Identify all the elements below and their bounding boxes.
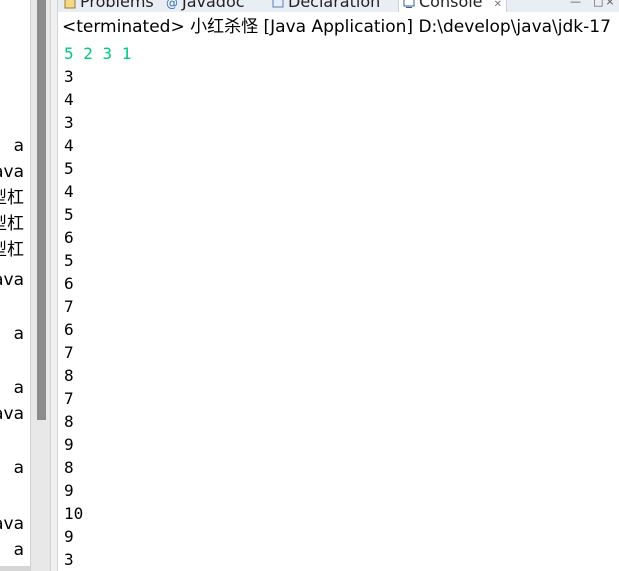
output-line: 6: [64, 274, 74, 293]
package-explorer-item[interactable]: a: [14, 540, 24, 560]
output-line: 5: [64, 205, 74, 224]
console-output[interactable]: 5 2 3 1 3 4 3 4 5 4 5 6 5 6 7 6 7 8 7 8 9 8 9 10 9 3: [58, 41, 619, 571]
console-header: <terminated> 小红杀怪 [Java Application] D:\…: [58, 12, 619, 41]
output-line: 3: [64, 113, 74, 132]
package-explorer-item[interactable]: a: [14, 324, 24, 344]
output-line: 8: [64, 366, 74, 385]
stdin-line: 5 2 3 1: [64, 44, 132, 63]
output-line: 7: [64, 343, 74, 362]
output-line: 9: [64, 481, 74, 500]
problems-icon: [64, 0, 76, 8]
close-tab-icon[interactable]: ✕: [494, 0, 502, 10]
package-explorer: aava型杠数型杠型杠avaaa.javaaavaa: [0, 0, 30, 571]
output-line: 5: [64, 159, 74, 178]
output-line: 4: [64, 136, 74, 155]
output-line: 7: [64, 389, 74, 408]
package-explorer-item[interactable]: ava: [0, 514, 24, 534]
scrollbar-thumb[interactable]: [37, 0, 46, 420]
tab-declaration-label: Declaration: [288, 0, 381, 11]
output-line: 9: [64, 527, 74, 546]
declaration-icon: [272, 0, 284, 7]
eclipse-window: aava型杠数型杠型杠avaaa.javaaavaa Problems @Jav…: [0, 0, 619, 571]
output-line: 6: [64, 320, 74, 339]
maximize-view-icon[interactable]: □: [593, 0, 603, 8]
package-explorer-item[interactable]: 型杠: [0, 188, 24, 208]
tab-console[interactable]: Console ✕: [398, 0, 507, 12]
output-line: 7: [64, 297, 74, 316]
output-line: 3: [64, 67, 74, 86]
selected-item-highlight: [0, 566, 30, 571]
javadoc-icon: @: [166, 0, 178, 10]
tab-problems[interactable]: Problems: [64, 0, 154, 12]
output-line: 9: [64, 435, 74, 454]
output-line: 8: [64, 412, 74, 431]
process-label: <terminated> 小红杀怪 [Java Application] D:\…: [62, 17, 611, 37]
package-explorer-item[interactable]: .java: [0, 404, 24, 424]
output-line: 3: [64, 550, 74, 569]
minimize-view-icon[interactable]: —: [570, 0, 581, 8]
output-line: 5: [64, 251, 74, 270]
output-line: 10: [64, 504, 84, 523]
package-explorer-item[interactable]: a: [14, 458, 24, 478]
package-explorer-item[interactable]: a: [14, 136, 24, 156]
output-line: 6: [64, 228, 74, 247]
tab-problems-label: Problems: [80, 0, 154, 11]
tab-declaration[interactable]: Declaration: [272, 0, 380, 12]
output-line: 4: [64, 182, 74, 201]
view-menu-icon[interactable]: ×: [605, 0, 615, 8]
view-divider[interactable]: [50, 0, 58, 571]
console-icon: [403, 0, 415, 8]
package-explorer-item[interactable]: ava: [0, 270, 24, 290]
output-line: 4: [64, 90, 74, 109]
package-explorer-scrollbar[interactable]: [30, 0, 50, 571]
package-explorer-item[interactable]: a: [14, 378, 24, 398]
tab-javadoc-label: Javadoc: [182, 0, 245, 11]
package-explorer-item[interactable]: ava: [0, 162, 24, 182]
package-explorer-item[interactable]: 数型杠: [0, 214, 24, 234]
output-line: 8: [64, 458, 74, 477]
tab-console-label: Console: [419, 0, 483, 11]
tab-javadoc[interactable]: @ Javadoc: [166, 0, 245, 12]
package-explorer-item[interactable]: 型杠: [0, 240, 24, 260]
